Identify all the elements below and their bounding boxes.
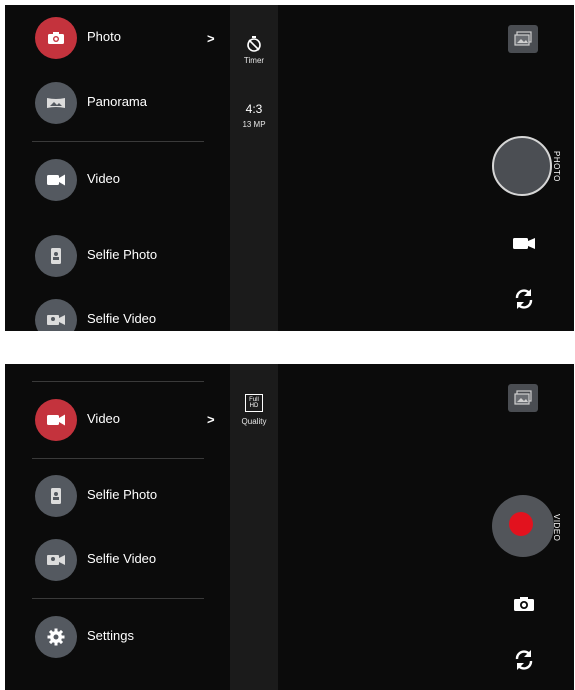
menu-item-settings[interactable]: Settings — [35, 612, 215, 662]
selfie-photo-icon — [35, 475, 77, 517]
menu-item-label: Selfie Video — [87, 311, 157, 326]
settings-strip: Full HD Quality — [230, 364, 278, 690]
selfie-photo-icon — [35, 235, 77, 277]
chevron-right-icon[interactable]: > — [207, 412, 215, 427]
gallery-thumbnail-icon[interactable] — [508, 384, 538, 412]
menu-item-label: Selfie Photo — [87, 487, 158, 502]
resolution-value: 13 MP — [242, 120, 266, 129]
shutter-button[interactable] — [492, 136, 552, 196]
chevron-right-icon[interactable]: > — [207, 31, 215, 46]
gallery-thumbnail-icon[interactable] — [508, 25, 538, 53]
menu-item-video[interactable]: Video — [35, 155, 215, 205]
record-dot-icon — [509, 512, 533, 536]
switch-to-video-icon[interactable] — [510, 231, 538, 255]
menu-item-label: Photo — [87, 29, 121, 44]
menu-item-photo[interactable]: Photo — [35, 13, 215, 63]
menu-item-video[interactable]: Video — [35, 395, 215, 445]
video-mode-screen: Video > Selfie Photo Selfie Video Settin… — [5, 364, 574, 690]
selfie-video-icon — [35, 539, 77, 581]
switch-to-photo-icon[interactable] — [510, 592, 538, 616]
quality-label: Quality — [241, 417, 267, 426]
aspect-ratio-value[interactable]: 4:3 — [230, 102, 278, 116]
settings-strip: Timer 4:3 13 MP — [230, 5, 278, 331]
menu-item-selfie-video[interactable]: Selfie Video — [35, 295, 215, 331]
menu-item-panorama[interactable]: Panorama — [35, 78, 215, 128]
menu-item-selfie-video[interactable]: Selfie Video — [35, 535, 215, 585]
timer-icon[interactable] — [230, 35, 278, 58]
menu-item-label: Settings — [87, 628, 134, 643]
menu-item-label: Panorama — [87, 94, 147, 109]
switch-camera-icon[interactable] — [510, 648, 538, 672]
menu-item-selfie-photo[interactable]: Selfie Photo — [35, 471, 215, 521]
quality-icon[interactable]: Full HD — [230, 394, 278, 412]
gear-icon — [35, 616, 77, 658]
panorama-icon — [35, 82, 77, 124]
mode-label: PHOTO — [552, 151, 561, 182]
photo-mode-screen: Photo > Panorama Video Selfie Photo Self… — [5, 5, 574, 331]
menu-item-selfie-photo[interactable]: Selfie Photo — [35, 231, 215, 281]
selfie-video-icon — [35, 299, 77, 331]
switch-camera-icon[interactable] — [510, 287, 538, 311]
record-button[interactable] — [492, 495, 554, 557]
camera-icon — [35, 17, 77, 59]
menu-item-label: Selfie Video — [87, 551, 157, 566]
video-camera-icon — [35, 159, 77, 201]
menu-divider — [32, 458, 204, 459]
menu-divider — [32, 141, 204, 142]
menu-item-label: Video — [87, 411, 121, 426]
video-camera-icon — [35, 399, 77, 441]
menu-divider — [32, 598, 204, 599]
full-hd-badge: Full HD — [245, 394, 263, 412]
menu-item-label: Selfie Photo — [87, 247, 158, 262]
timer-label: Timer — [243, 56, 265, 65]
mode-label: VIDEO — [552, 514, 561, 542]
menu-item-label: Video — [87, 171, 121, 186]
menu-divider — [32, 381, 204, 382]
